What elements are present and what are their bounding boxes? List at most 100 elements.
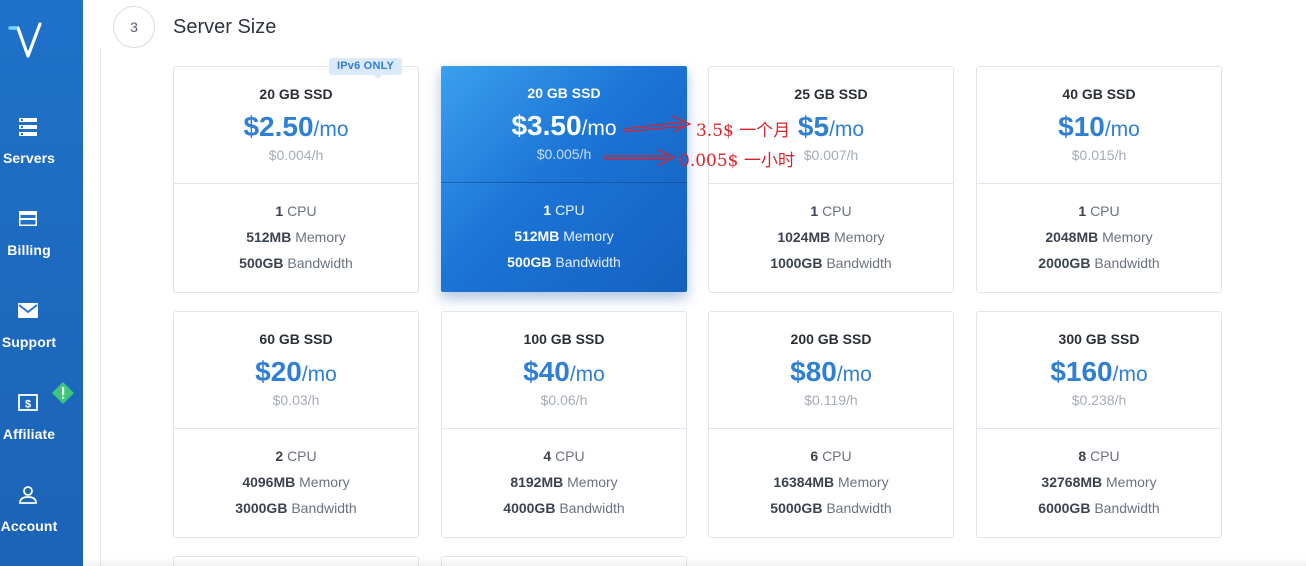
plan-price-amount: $40 (523, 356, 570, 387)
plan-bandwidth-value: 6000GB (1038, 500, 1091, 516)
sidebar-item-label: Affiliate (2, 426, 56, 442)
plan-price: $40/mo (442, 356, 686, 388)
plan-price-period: /mo (836, 363, 872, 386)
plan-hourly-price: $0.06/h (540, 392, 588, 408)
plan-cpu-label: CPU (822, 448, 852, 464)
sidebar-item-label: Account (0, 518, 58, 534)
annotation-monthly: 3.5$ 一个月 (696, 121, 791, 141)
plan-memory-value: 2048MB (1045, 229, 1099, 245)
plan-memory-label: Memory (567, 474, 618, 490)
vultr-logo[interactable] (8, 22, 48, 64)
plan-bandwidth-value: 3000GB (235, 500, 288, 516)
plan-hourly-price: $0.005/h (536, 146, 592, 162)
plan-memory-label: Memory (1106, 474, 1157, 490)
sidebar-item-label: Servers (2, 150, 56, 166)
plan-card[interactable]: 40 GB SSD $10/mo $0.015/h 1 CPU 2048MB Memor… (976, 66, 1222, 293)
plan-cpu-value: 4 (543, 448, 552, 464)
plan-card[interactable]: 20 GB SSD $2.50/mo $0.004/h 1 CPU 512MB Memo… (173, 66, 419, 293)
sidebar-item-affiliate[interactable]: $ Affiliate (0, 382, 83, 462)
plan-price-amount: $2.50 (243, 111, 314, 142)
plan-bandwidth-value: 5000GB (770, 500, 823, 516)
sidebar-item-label: Billing (7, 242, 51, 258)
ipv6-only-badge: IPv6 ONLY (329, 58, 403, 79)
plan-specs: 1 CPU 1024MB Memory 1000GB Bandwidth (709, 202, 953, 280)
plan-card[interactable]: 25 GB SSD $5/mo $0.007/h 1 CPU 1024MB Memory… (708, 66, 954, 293)
plan-bandwidth: 3000GB Bandwidth (174, 499, 418, 525)
plan-cpu: 1 CPU (174, 202, 418, 228)
plan-hourly-price: $0.119/h (804, 392, 858, 408)
sidebar-item-support[interactable]: Support (0, 300, 83, 370)
plan-card[interactable]: 200 GB SSD $80/mo $0.119/h 6 CPU 16384MB Mem… (708, 311, 954, 538)
plan-cpu-value: 8 (1078, 448, 1087, 464)
plan-cpu-value: 1 (275, 203, 284, 219)
user-icon (19, 486, 37, 504)
plan-card-header: 60 GB SSD $20/mo $0.03/h (174, 312, 418, 429)
plan-storage: 40 GB SSD (1062, 86, 1136, 102)
plan-memory-value: 1024MB (777, 229, 831, 245)
plan-card-header: 20 GB SSD $2.50/mo $0.004/h (174, 67, 418, 184)
plan-card[interactable]: 100 GB SSD $40/mo $0.06/h 4 CPU 8192MB Memor… (441, 311, 687, 538)
plan-bandwidth: 500GB Bandwidth (174, 254, 418, 280)
plan-bandwidth-label: Bandwidth (1094, 255, 1160, 271)
plan-hourly-price: $0.004/h (268, 147, 324, 163)
plan-card-header: 40 GB SSD $10/mo $0.015/h (977, 67, 1221, 184)
plan-price-amount: $160 (1050, 356, 1113, 387)
sidebar-item-servers[interactable]: Servers (0, 116, 83, 186)
sidebar-item-billing[interactable]: Billing (0, 208, 83, 278)
plan-cpu-label: CPU (555, 448, 585, 464)
step-number: 3 (113, 6, 155, 48)
plan-price-period: /mo (301, 363, 337, 386)
plan-cpu-label: CPU (1090, 203, 1120, 219)
plan-storage: 60 GB SSD (259, 331, 333, 347)
plan-specs: 8 CPU 32768MB Memory 6000GB Bandwidth (977, 447, 1221, 525)
plan-price-period: /mo (313, 118, 349, 141)
plan-specs: 4 CPU 8192MB Memory 4000GB Bandwidth (442, 447, 686, 525)
plan-card-header: 20 GB SSD $3.50/mo $0.005/h (441, 66, 687, 183)
servers-icon (19, 118, 37, 136)
plan-price: $20/mo (174, 356, 418, 388)
plan-bandwidth: 6000GB Bandwidth (977, 499, 1221, 525)
plan-bandwidth-label: Bandwidth (555, 254, 621, 270)
plan-memory-label: Memory (299, 474, 350, 490)
plan-cpu-label: CPU (1090, 448, 1120, 464)
plan-cpu-value: 6 (810, 448, 819, 464)
plan-memory-value: 8192MB (510, 474, 564, 490)
sidebar: Servers Billing Support $ Affiliate Acco… (0, 0, 83, 566)
plan-price: $10/mo (977, 111, 1221, 143)
plan-bandwidth-value: 500GB (239, 255, 284, 271)
plan-memory: 8192MB Memory (442, 473, 686, 499)
plan-card-header: 300 GB SSD $160/mo $0.238/h (977, 312, 1221, 429)
plan-hourly-price: $0.015/h (1071, 147, 1127, 163)
plan-card[interactable]: 60 GB SSD $20/mo $0.03/h 2 CPU 4096MB Memory… (173, 311, 419, 538)
plan-bandwidth-label: Bandwidth (559, 500, 625, 516)
plan-price-period: /mo (581, 117, 617, 140)
plan-cpu: 1 CPU (709, 202, 953, 228)
sidebar-item-account[interactable]: Account (0, 484, 83, 554)
plan-memory-label: Memory (838, 474, 889, 490)
plan-cpu-value: 1 (543, 202, 552, 218)
plan-bandwidth-label: Bandwidth (826, 255, 892, 271)
plan-storage: 20 GB SSD (259, 86, 333, 102)
plan-bandwidth-label: Bandwidth (287, 255, 353, 271)
plan-card[interactable]: 300 GB SSD $160/mo $0.238/h 8 CPU 32768MB Me… (976, 311, 1222, 538)
dollar-icon: $ (18, 394, 38, 411)
plan-cpu: 6 CPU (709, 447, 953, 473)
plan-storage: 25 GB SSD (794, 86, 868, 102)
plan-specs: 1 CPU 512MB Memory 500GB Bandwidth (441, 201, 687, 279)
main-content: 3 Server Size IPv6 ONLY 20 GB SSD $2.50/m… (83, 0, 1306, 566)
plan-card[interactable]: 20 GB SSD $3.50/mo $0.005/h 1 CPU 512MB Memo… (441, 66, 687, 292)
plan-storage: 20 GB SSD (527, 85, 601, 101)
plan-memory-value: 512MB (514, 228, 560, 244)
plan-bandwidth: 5000GB Bandwidth (709, 499, 953, 525)
plan-memory-label: Memory (1102, 229, 1153, 245)
svg-text:$: $ (25, 399, 31, 411)
plan-card-header: 200 GB SSD $80/mo $0.119/h (709, 312, 953, 429)
sidebar-item-label: Support (1, 334, 57, 350)
plan-memory-label: Memory (563, 228, 614, 244)
plan-memory: 1024MB Memory (709, 228, 953, 254)
plan-cpu: 2 CPU (174, 447, 418, 473)
plan-price-period: /mo (1112, 363, 1148, 386)
plan-memory-label: Memory (295, 229, 346, 245)
plan-price-period: /mo (1104, 118, 1140, 141)
plan-bandwidth-label: Bandwidth (291, 500, 357, 516)
